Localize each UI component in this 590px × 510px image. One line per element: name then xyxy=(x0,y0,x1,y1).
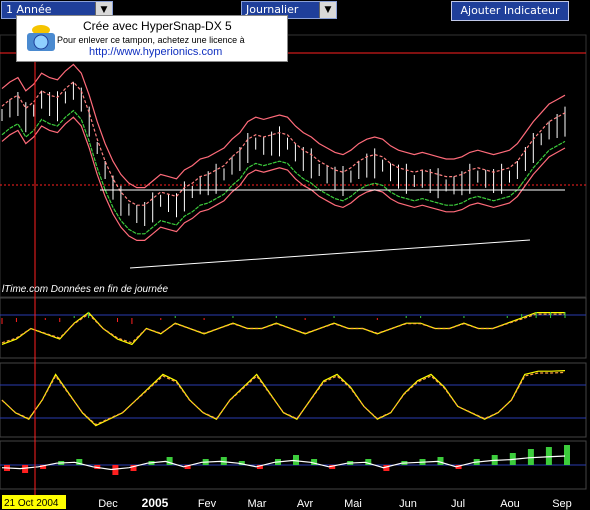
volume-bar xyxy=(545,447,552,465)
camera-icon xyxy=(27,25,55,51)
oscillator-line xyxy=(1,311,565,346)
x-tick-label: 2005 xyxy=(142,496,169,510)
volume-bar xyxy=(112,465,119,475)
x-tick-label: Jun xyxy=(399,498,417,510)
channel-bottom-line xyxy=(129,239,531,269)
bollinger-lower xyxy=(1,116,566,241)
volume-bar xyxy=(293,455,299,465)
x-tick-label: Dec xyxy=(98,498,118,510)
price-pane-frame xyxy=(0,34,587,298)
watermark-link[interactable]: http://www.hyperionics.com xyxy=(89,46,222,58)
stock-chart: lTime.com Données en fin de journée 21 O… xyxy=(0,34,587,510)
x-tick-label: Avr xyxy=(297,498,314,510)
watermark-line-1: Crée avec HyperSnap-DX 5 xyxy=(83,19,232,33)
volume-line xyxy=(1,455,566,471)
stochastic-k-line xyxy=(1,370,566,427)
cursor-date: 21 Oct 2004 xyxy=(4,498,59,509)
watermark-line-2: Pour enlever ce tampon, achetez une lice… xyxy=(57,35,245,45)
volume-bar xyxy=(22,465,29,473)
x-tick-label: Mai xyxy=(344,498,362,510)
volume-bar xyxy=(564,445,570,465)
support-trend xyxy=(1,109,566,235)
x-tick-label: Mar xyxy=(248,498,267,510)
x-tick-label: Aou xyxy=(500,498,520,510)
oscillator-pane-frame xyxy=(0,297,587,359)
stochastic-pane-frame xyxy=(0,362,587,438)
x-tick-label: Jul xyxy=(451,498,465,510)
x-tick-label: Fev xyxy=(198,498,217,510)
stochastic-pane xyxy=(0,362,587,438)
resistance-trend xyxy=(1,81,566,206)
oscillator-pane xyxy=(0,297,587,359)
hypersnap-watermark: Crée avec HyperSnap-DX 5 Pour enlever ce… xyxy=(16,15,288,62)
chart-marks xyxy=(0,35,586,495)
source-note: lTime.com Données en fin de journée xyxy=(2,284,169,295)
x-axis: Dec 2005 Fev Mar Avr Mai Jun Jul Aou Sep xyxy=(98,496,572,510)
x-tick-label: Sep xyxy=(552,498,572,510)
price-pane xyxy=(0,34,587,298)
